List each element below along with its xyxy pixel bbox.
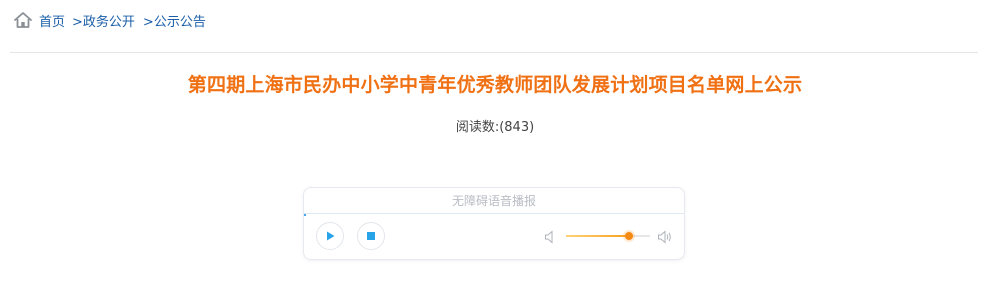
header-divider — [10, 52, 978, 53]
volume-slider-handle[interactable] — [625, 232, 633, 240]
volume-slider-fill — [566, 235, 629, 237]
playback-progress-bar[interactable] — [304, 214, 684, 216]
stop-icon — [367, 232, 375, 240]
audio-player: 无障碍语音播报 — [303, 187, 685, 260]
stop-button[interactable] — [357, 222, 385, 250]
home-icon[interactable] — [13, 11, 33, 29]
play-icon — [327, 231, 335, 241]
volume-slider[interactable] — [566, 232, 650, 240]
breadcrumb-home-link[interactable]: 首页 — [39, 11, 65, 30]
volume-high-icon[interactable] — [657, 229, 673, 248]
breadcrumb-link-announcements[interactable]: >公示公告 — [143, 11, 206, 30]
breadcrumb-link-gov-affairs[interactable]: >政务公开 — [72, 11, 135, 30]
volume-low-icon[interactable] — [544, 229, 556, 248]
breadcrumb: 首页 >政务公开 >公示公告 — [13, 10, 207, 30]
play-button[interactable] — [316, 222, 344, 250]
read-count: 阅读数:(843) — [455, 120, 535, 135]
playback-progress-fill — [304, 214, 306, 216]
player-header: 无障碍语音播报 — [304, 188, 684, 214]
article-title: 第四期上海市民办中小学中青年优秀教师团队发展计划项目名单网上公示 — [187, 74, 803, 96]
